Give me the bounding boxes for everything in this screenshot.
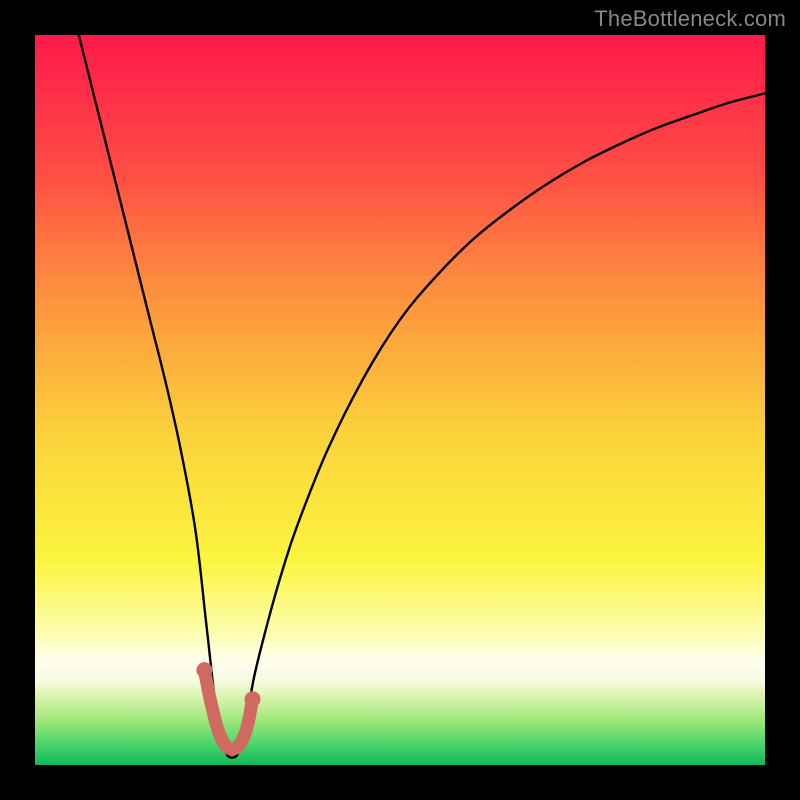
highlight-valley: [204, 670, 252, 749]
plot-area: [35, 35, 765, 765]
bottleneck-curve: [79, 35, 765, 758]
curves-layer: [35, 35, 765, 765]
highlight-end-dot: [196, 662, 212, 678]
chart-frame: TheBottleneck.com: [0, 0, 800, 800]
highlight-end-dot: [245, 691, 261, 707]
watermark-text: TheBottleneck.com: [594, 6, 786, 32]
